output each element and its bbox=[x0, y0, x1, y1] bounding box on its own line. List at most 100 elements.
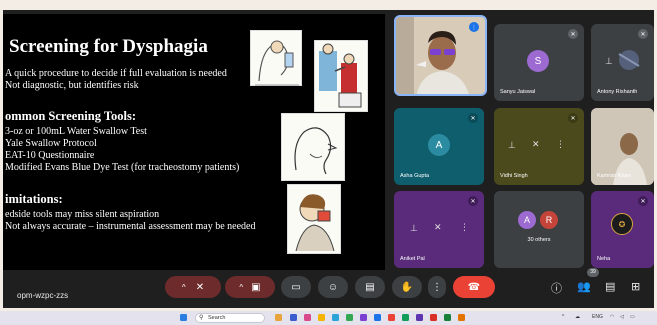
presentation-slide: Screening for Dysphagia A quick procedur… bbox=[3, 14, 385, 270]
chevron-up-icon[interactable]: ^ bbox=[182, 283, 186, 292]
tile-others[interactable]: A R 30 others bbox=[494, 191, 584, 268]
tray-language[interactable]: ENG bbox=[592, 314, 603, 320]
tile-asha-gupta[interactable]: A ✕ Asha Gupta bbox=[394, 108, 484, 185]
illustration-nurse-patient bbox=[314, 40, 368, 112]
present-icon: ▭ bbox=[291, 281, 301, 293]
slide-heading-tools: ommon Screening Tools: bbox=[5, 109, 137, 123]
chat-icon: ▤ bbox=[605, 281, 616, 293]
illustration-drinking-patient bbox=[287, 184, 341, 254]
illustration-swallow-test bbox=[250, 30, 302, 86]
app-icon[interactable] bbox=[444, 314, 451, 321]
screen: Screening for Dysphagia A quick procedur… bbox=[0, 0, 657, 325]
mic-muted-icon: ✕ bbox=[568, 29, 578, 39]
avatar: A bbox=[428, 134, 450, 156]
camera-control[interactable]: ^ ▣ bbox=[225, 276, 275, 298]
mic-muted-icon: ✕ bbox=[638, 29, 648, 39]
tile-antony-rishanth[interactable]: ⊥ ✕ Antony Rishanth bbox=[591, 24, 654, 101]
slide-tool: Yale Swallow Protocol bbox=[5, 138, 97, 149]
hang-up-icon: ☎ bbox=[467, 281, 481, 293]
chrome-app-icon[interactable] bbox=[346, 314, 353, 321]
chevron-up-icon[interactable]: ^ bbox=[239, 283, 243, 292]
slide-title: Screening for Dysphagia bbox=[9, 36, 208, 57]
participant-name: Aniket Pal bbox=[400, 256, 425, 262]
meeting-info-button[interactable]: ⓘ bbox=[551, 280, 562, 296]
mic-off-icon[interactable]: ✕ bbox=[196, 282, 204, 293]
slide-line: A quick procedure to decide if full eval… bbox=[5, 68, 227, 79]
logo-avatar-icon: ✪ bbox=[611, 213, 633, 235]
mic-control[interactable]: ^ ✕ bbox=[165, 276, 221, 298]
pin-icon[interactable]: ⊥ bbox=[605, 56, 613, 67]
more-options-icon[interactable]: ⋮ bbox=[556, 139, 565, 150]
search-icon: ⚲ bbox=[199, 315, 204, 321]
participant-name: Asha Gupta bbox=[400, 173, 430, 179]
wifi-icon[interactable]: ◠ bbox=[610, 314, 614, 320]
others-count: 30 others bbox=[527, 237, 551, 243]
start-icon[interactable] bbox=[180, 314, 187, 321]
raise-hand-button[interactable]: ✋ bbox=[392, 276, 422, 298]
illustration-head-sketch bbox=[281, 113, 345, 181]
participant-name: Neha bbox=[597, 256, 611, 262]
captions-button[interactable]: ▤ bbox=[355, 276, 385, 298]
meet-window: Screening for Dysphagia A quick procedur… bbox=[3, 10, 654, 308]
camera-off-icon[interactable]: ▣ bbox=[251, 282, 260, 293]
app-icon[interactable] bbox=[430, 314, 437, 321]
tile-aniket-pal[interactable]: ⊥ ✕ ⋮ ✕ Aniket Pal bbox=[394, 191, 484, 268]
app-icon[interactable] bbox=[416, 314, 423, 321]
mic-muted-icon: ✕ bbox=[638, 196, 648, 206]
volume-icon[interactable]: ◁ bbox=[620, 314, 624, 320]
pin-icon[interactable]: ⊥ bbox=[508, 140, 516, 151]
slide-tool: EAT-10 Questionnaire bbox=[5, 150, 95, 161]
apps-grid-icon: ⊞ bbox=[631, 281, 641, 293]
slide-limitation: edside tools may miss silent aspiration bbox=[5, 209, 160, 220]
tray-expand-icon[interactable]: ^ bbox=[562, 314, 564, 320]
app-icon[interactable] bbox=[374, 314, 381, 321]
app-icon[interactable] bbox=[304, 314, 311, 321]
present-screen-button[interactable]: ▭ bbox=[281, 276, 311, 298]
reactions-button[interactable]: ☺ bbox=[318, 276, 348, 298]
mute-participant-icon[interactable]: ✕ bbox=[434, 222, 442, 233]
slide-line: Not diagnostic, but identifies risk bbox=[5, 80, 139, 91]
people-count-badge: 39 bbox=[587, 268, 599, 277]
tray-cloud-icon[interactable]: ☁ bbox=[575, 314, 580, 320]
edge-app-icon[interactable] bbox=[332, 314, 339, 321]
slide-tool: 3-oz or 100mL Water Swallow Test bbox=[5, 126, 147, 137]
app-icon[interactable] bbox=[458, 314, 465, 321]
app-icon[interactable] bbox=[402, 314, 409, 321]
tile-active-speaker[interactable]: ⋮ bbox=[394, 15, 487, 96]
more-options-icon[interactable]: ⋮ bbox=[460, 222, 469, 233]
chat-button[interactable]: ▤ bbox=[605, 280, 615, 293]
participant-name: Kamran Khan bbox=[597, 173, 631, 179]
more-options-button[interactable]: ⋮ bbox=[428, 276, 446, 298]
mic-muted-icon: ✕ bbox=[568, 113, 578, 123]
people-button[interactable]: 👥 bbox=[577, 280, 591, 293]
pin-icon[interactable]: ⊥ bbox=[410, 223, 418, 234]
taskview-app-icon[interactable] bbox=[290, 314, 297, 321]
taskbar-search[interactable]: ⚲ Search bbox=[195, 313, 265, 323]
avatar: R bbox=[540, 211, 558, 229]
activities-button[interactable]: ⊞ bbox=[631, 280, 640, 293]
tile-sanyu-jaiswal[interactable]: S ✕ Sanyu Jaiswal bbox=[494, 24, 584, 101]
slide-limitation: Not always accurate – instrumental asses… bbox=[5, 221, 256, 232]
app-icon[interactable] bbox=[360, 314, 367, 321]
mic-muted-icon: ✕ bbox=[468, 196, 478, 206]
battery-icon[interactable]: ▭ bbox=[630, 314, 635, 320]
tile-vidhi-singh[interactable]: ⊥ ✕ ⋮ ✕ Vidhi Singh bbox=[494, 108, 584, 185]
app-icon[interactable] bbox=[388, 314, 395, 321]
leave-call-button[interactable]: ☎ bbox=[453, 276, 495, 298]
emoji-icon: ☺ bbox=[327, 281, 339, 293]
mic-muted-icon: ✕ bbox=[468, 113, 478, 123]
info-icon: ⓘ bbox=[551, 283, 562, 295]
participant-name: Sanyu Jaiswal bbox=[500, 89, 536, 95]
explorer-app-icon[interactable] bbox=[318, 314, 325, 321]
avatar: A bbox=[518, 211, 536, 229]
tile-neha[interactable]: ✪ ✕ Neha bbox=[591, 191, 654, 268]
search-label: Search bbox=[208, 315, 226, 321]
tile-kamran-khan[interactable]: Kamran Khan bbox=[591, 108, 654, 185]
avatar: S bbox=[527, 50, 549, 72]
participant-name: Vidhi Singh bbox=[500, 173, 528, 179]
taskbar bbox=[0, 311, 657, 325]
mute-participant-icon[interactable]: ✕ bbox=[532, 139, 540, 150]
captions-icon: ▤ bbox=[365, 281, 375, 293]
widget-app-icon[interactable] bbox=[275, 314, 282, 321]
slide-tool: Modified Evans Blue Dye Test (for trache… bbox=[5, 162, 240, 173]
